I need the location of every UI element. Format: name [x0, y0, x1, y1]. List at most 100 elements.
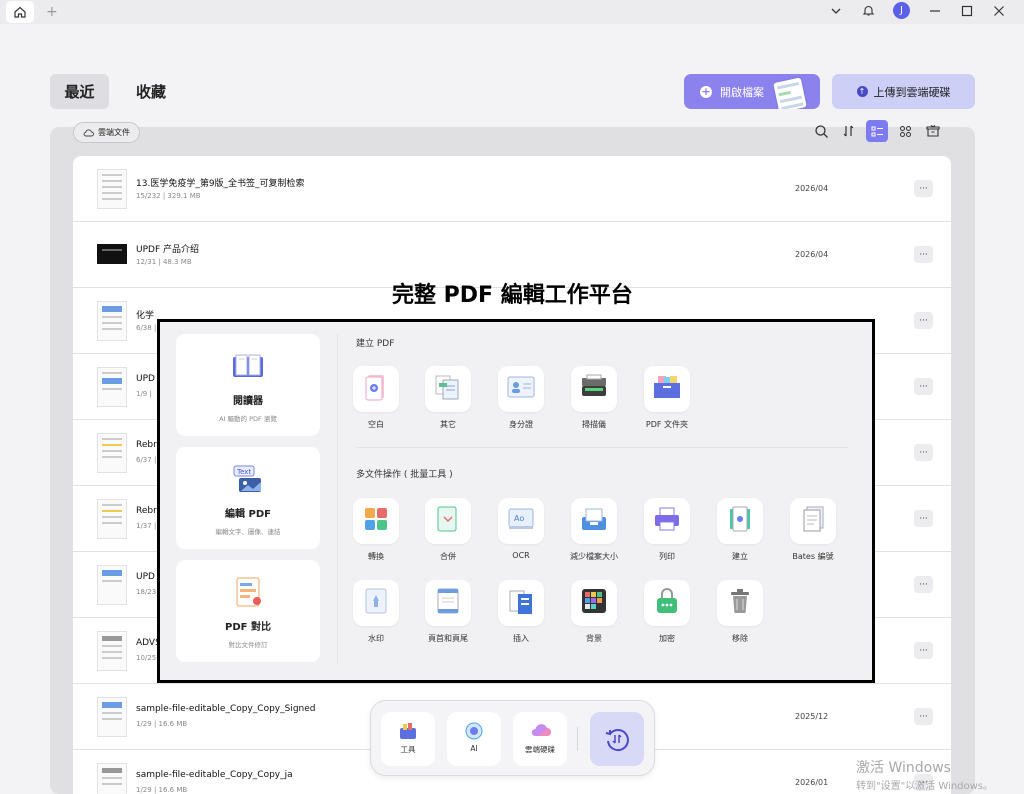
batch-heading: 多文件操作 ( 批量工具 ) — [356, 470, 453, 480]
dock-history-button[interactable] — [590, 712, 644, 766]
watermark-label: 水印 — [368, 634, 384, 643]
batch-insert-button[interactable]: 插入 — [491, 580, 551, 644]
convert-label: 轉換 — [368, 552, 384, 561]
pdf-folder-label: PDF 文件夾 — [645, 420, 689, 429]
id-card-icon — [506, 374, 536, 404]
title-bar: + J — [0, 0, 1024, 24]
create-scanner-button[interactable]: 掃描儀 — [564, 366, 624, 430]
windows-activation-hint: 转到"设置"以激活 Windows。 — [856, 781, 994, 792]
section-divider — [337, 334, 338, 664]
new-tab-button[interactable]: + — [46, 4, 58, 20]
grid-view-icon[interactable] — [894, 120, 916, 142]
more-options-button[interactable]: ··· — [914, 312, 933, 329]
compare-pdf-desc: 對比文件修訂 — [228, 641, 268, 649]
file-thumbnail — [97, 244, 127, 264]
close-icon[interactable] — [992, 4, 1006, 18]
batch-ocr-button[interactable]: Ao OCR — [491, 498, 551, 560]
dock-ai-button[interactable]: AI — [447, 712, 501, 766]
folder-icon — [652, 373, 682, 405]
dock-tools-button[interactable]: 工具 — [381, 712, 435, 766]
batch-bates-button[interactable]: Bates 編號 — [783, 498, 843, 562]
batch-watermark-button[interactable]: 水印 — [346, 580, 406, 644]
cloud-drive-icon — [530, 721, 551, 741]
file-meta: 1/37 | — [136, 522, 157, 530]
create-other-button[interactable]: 其它 — [418, 366, 478, 430]
reader-card[interactable]: 閱讀器 AI 驅動的 PDF 瀏覽 — [176, 334, 320, 436]
file-thumbnail — [97, 697, 127, 737]
batch-compress-button[interactable]: 減少檔案大小 — [564, 498, 624, 562]
history-icon — [605, 729, 629, 752]
more-options-button[interactable]: ··· — [914, 180, 933, 197]
document-decoration-icon — [773, 77, 807, 109]
trash-icon — [727, 586, 753, 620]
more-options-button[interactable]: ··· — [914, 444, 933, 461]
file-meta: 10/25 — [136, 654, 157, 662]
merge-icon — [435, 504, 461, 538]
create-pdf-folder-button[interactable]: PDF 文件夾 — [637, 366, 697, 430]
maximize-icon[interactable] — [960, 4, 974, 18]
compare-pdf-card[interactable]: PDF 對比 對比文件修訂 — [176, 560, 320, 662]
minimize-icon[interactable] — [928, 4, 942, 18]
file-meta: 6/37 | — [136, 456, 157, 464]
book-icon — [231, 349, 265, 383]
cloud-documents-chip[interactable]: 雲端文件 — [73, 122, 140, 143]
more-options-button[interactable]: ··· — [914, 510, 933, 527]
open-file-button[interactable]: + 開啟檔案 — [684, 74, 820, 109]
create-id-card-button[interactable]: 身分證 — [491, 366, 551, 430]
home-tab[interactable] — [6, 1, 34, 23]
tab-favorites[interactable]: 收藏 — [130, 74, 172, 109]
file-date: 2026/04 — [795, 250, 829, 259]
more-options-button[interactable]: ··· — [914, 246, 933, 263]
batch-merge-button[interactable]: 合併 — [418, 498, 478, 562]
batch-remove-button[interactable]: 移除 — [710, 580, 770, 644]
file-date: 2026/04 — [795, 184, 829, 193]
header-footer-label: 頁首和頁尾 — [428, 634, 468, 643]
home-icon — [14, 6, 26, 18]
archive-icon[interactable] — [922, 120, 944, 142]
compare-icon — [231, 575, 265, 609]
dock-divider — [577, 727, 578, 751]
search-icon[interactable] — [810, 120, 832, 142]
batch-create-button[interactable]: 建立 — [710, 498, 770, 562]
batch-header-footer-button[interactable]: 頁首和頁尾 — [418, 580, 478, 644]
create-blank-button[interactable]: 空白 — [346, 366, 406, 430]
more-options-button[interactable]: ··· — [914, 642, 933, 659]
file-meta: 1/29 | 16.6 MB — [136, 786, 188, 794]
file-meta: 15/232 | 329.1 MB — [136, 192, 201, 200]
watermark-icon — [363, 586, 389, 620]
dock-ai-label: AI — [470, 744, 478, 753]
more-options-button[interactable]: ··· — [914, 576, 933, 593]
batch-encrypt-button[interactable]: 加密 — [637, 580, 697, 644]
printer-icon — [652, 505, 682, 537]
bell-icon[interactable] — [861, 4, 875, 18]
edit-pdf-card[interactable]: Text 編輯 PDF 編輯文字、圖像、連結 — [176, 447, 320, 549]
header-footer-icon — [435, 586, 461, 620]
plus-circle-icon: + — [700, 84, 712, 98]
background-icon — [579, 586, 609, 620]
table-row[interactable]: 13.医学免疫学_第9版_全书签_可复制检索 15/232 | 329.1 MB 2… — [73, 156, 951, 222]
avatar[interactable]: J — [893, 2, 910, 19]
file-meta: 18/23 — [136, 588, 157, 596]
ai-orb-icon — [464, 721, 484, 741]
chevron-down-icon[interactable] — [829, 4, 843, 18]
upload-cloud-button[interactable]: ↑ 上傳到雲端硬碟 — [832, 74, 975, 109]
ocr-icon: Ao — [506, 506, 536, 536]
file-name: sample-file-editable_Copy_Copy_Signed — [136, 704, 316, 714]
overlay-title: 完整 PDF 編輯工作平台 — [392, 283, 633, 308]
more-options-button[interactable]: ··· — [914, 378, 933, 395]
batch-print-button[interactable]: 列印 — [637, 498, 697, 562]
edit-pdf-title: 編輯 PDF — [225, 509, 271, 520]
compress-label: 減少檔案大小 — [570, 552, 618, 561]
batch-convert-button[interactable]: 轉換 — [346, 498, 406, 562]
sort-icon[interactable] — [838, 120, 860, 142]
compress-icon — [579, 505, 609, 537]
more-options-button[interactable]: ··· — [914, 708, 933, 725]
dock-cloud-button[interactable]: 雲端硬碟 — [513, 712, 567, 766]
edit-text-icon: Text — [231, 462, 265, 496]
batch-background-button[interactable]: 背景 — [564, 580, 624, 644]
file-name: 13.医学免疫学_第9版_全书签_可复制检索 — [136, 179, 305, 189]
list-view-icon[interactable] — [866, 120, 888, 142]
tab-recent[interactable]: 最近 — [50, 74, 109, 109]
edit-pdf-desc: 編輯文字、圖像、連結 — [215, 528, 281, 536]
windows-activation-watermark: 激活 Windows — [856, 760, 951, 776]
